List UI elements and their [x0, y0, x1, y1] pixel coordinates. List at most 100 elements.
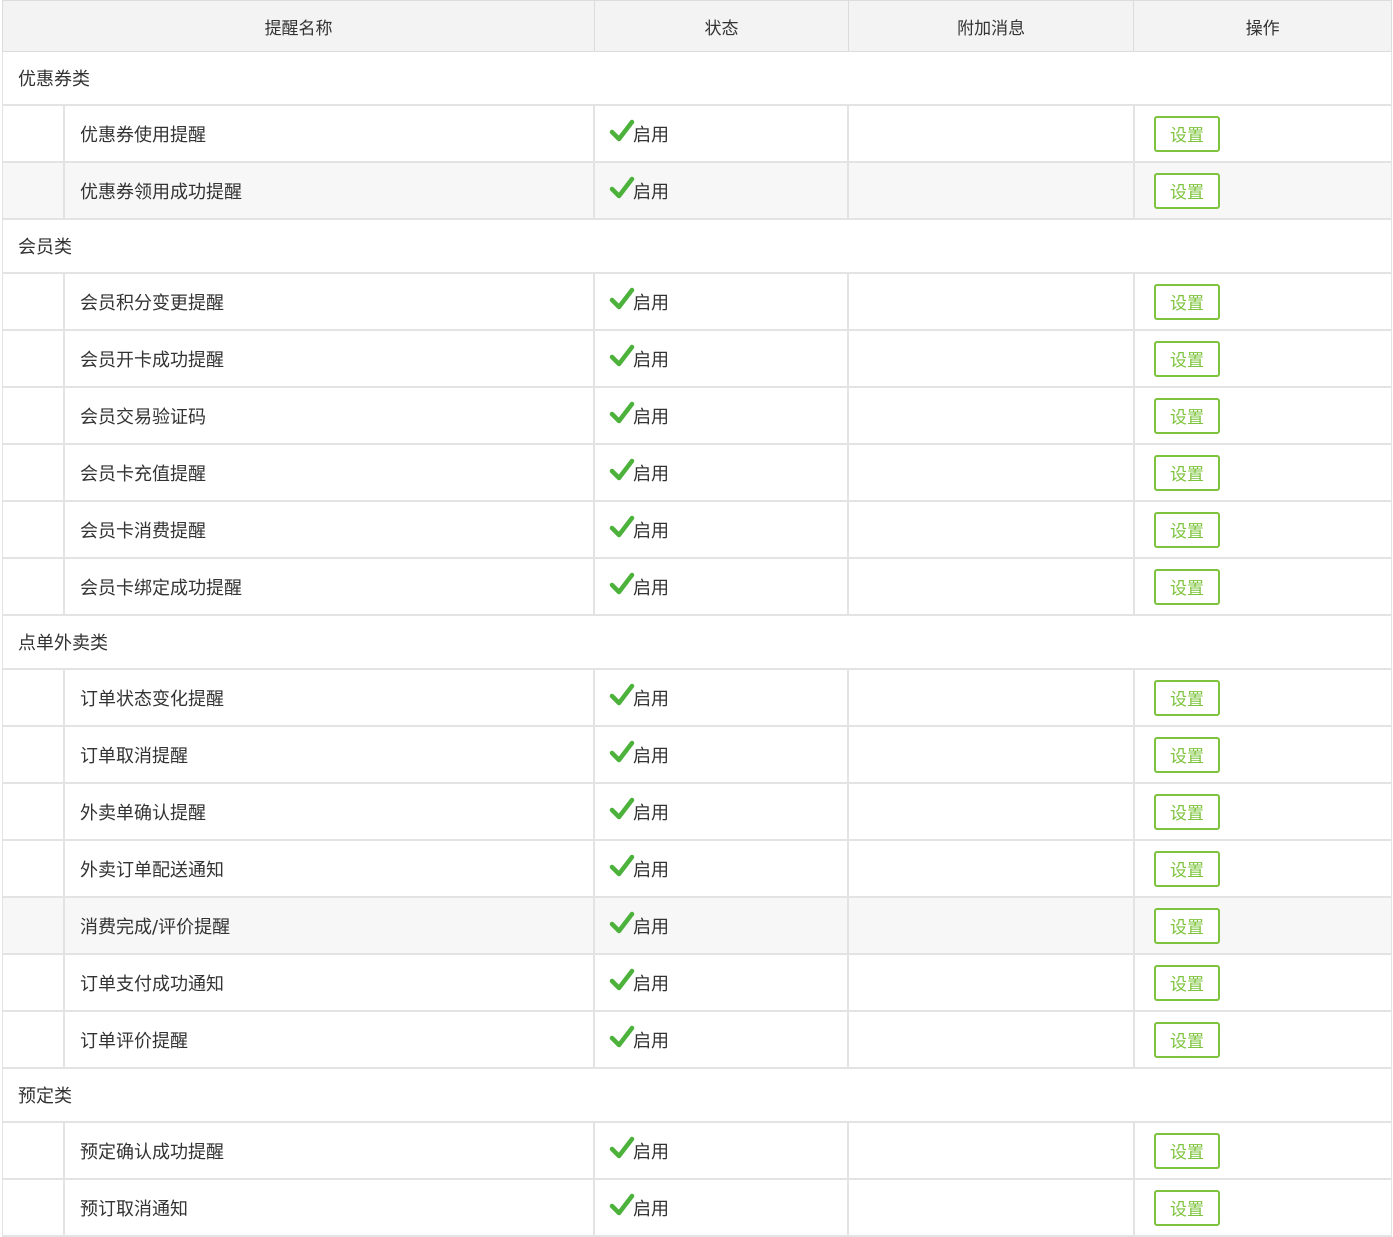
settings-button[interactable]: 设置 [1154, 115, 1220, 152]
status-cell: 启用 [595, 955, 849, 1010]
settings-button[interactable]: 设置 [1154, 679, 1220, 716]
check-icon [609, 457, 635, 483]
indent-cell [3, 559, 65, 614]
name-cell: 会员交易验证码 [3, 388, 595, 443]
settings-button[interactable]: 设置 [1154, 340, 1220, 377]
table-row: 订单评价提醒 启用 设置 [2, 1012, 1392, 1069]
check-icon [609, 967, 635, 993]
header-action: 操作 [1245, 18, 1280, 39]
status-cell: 启用 [595, 274, 849, 329]
name-cell: 外卖订单配送通知 [3, 841, 595, 896]
table-row: 外卖订单配送通知 启用 设置 [2, 841, 1392, 898]
reminder-name: 预订取消通知 [80, 1198, 188, 1220]
check-icon [609, 853, 635, 879]
status-cell: 启用 [595, 670, 849, 725]
action-cell: 设置 [1135, 274, 1391, 329]
table-row: 订单支付成功通知 启用 设置 [2, 955, 1392, 1012]
status-value: 启用 [609, 287, 669, 315]
status-cell: 启用 [595, 784, 849, 839]
name-cell: 优惠券领用成功提醒 [3, 163, 595, 218]
status-cell: 启用 [595, 1012, 849, 1067]
settings-button[interactable]: 设置 [1154, 907, 1220, 944]
status-cell: 启用 [595, 331, 849, 386]
settings-button[interactable]: 设置 [1154, 850, 1220, 887]
name-cell: 订单取消提醒 [3, 727, 595, 782]
settings-button[interactable]: 设置 [1154, 454, 1220, 491]
name-cell: 会员卡消费提醒 [3, 502, 595, 557]
settings-button[interactable]: 设置 [1154, 1132, 1220, 1169]
settings-button[interactable]: 设置 [1154, 511, 1220, 548]
indent-cell [3, 106, 65, 161]
status-value: 启用 [609, 683, 669, 711]
check-icon [609, 910, 635, 936]
name-cell: 会员开卡成功提醒 [3, 331, 595, 386]
status-label: 启用 [633, 1141, 669, 1163]
status-cell: 启用 [595, 388, 849, 443]
action-cell: 设置 [1135, 1123, 1391, 1178]
message-cell [849, 841, 1135, 896]
status-cell: 启用 [595, 559, 849, 614]
table-row: 会员卡消费提醒 启用 设置 [2, 502, 1392, 559]
indent-cell [3, 898, 65, 953]
status-value: 启用 [609, 400, 669, 429]
check-icon [609, 118, 635, 144]
message-cell [849, 274, 1135, 329]
status-label: 启用 [633, 463, 669, 485]
action-cell: 设置 [1135, 898, 1391, 953]
status-cell: 启用 [595, 502, 849, 557]
status-value: 启用 [609, 967, 669, 996]
status-label: 启用 [633, 916, 669, 938]
status-label: 启用 [633, 688, 669, 710]
indent-cell [3, 784, 65, 839]
table-row: 会员卡充值提醒 启用 设置 [2, 445, 1392, 502]
reminder-name: 订单评价提醒 [80, 1030, 188, 1052]
table-row: 消费完成/评价提醒 启用 设置 [2, 898, 1392, 955]
status-value: 启用 [609, 176, 669, 204]
check-icon [609, 571, 635, 597]
table-row: 预定确认成功提醒 启用 设置 [2, 1123, 1392, 1180]
reminder-name: 外卖订单配送通知 [80, 859, 224, 881]
status-value: 启用 [609, 1193, 669, 1221]
table-row: 优惠券使用提醒 启用 设置 [2, 106, 1392, 163]
settings-button[interactable]: 设置 [1154, 736, 1220, 773]
reminder-name: 消费完成/评价提醒 [80, 916, 231, 938]
table-header: 提醒名称 状态 附加消息 操作 [2, 0, 1392, 52]
message-cell [849, 163, 1135, 218]
message-cell [849, 1123, 1135, 1178]
status-cell: 启用 [595, 1123, 849, 1178]
check-icon [609, 739, 635, 765]
check-icon [609, 514, 635, 540]
message-cell [849, 727, 1135, 782]
action-cell: 设置 [1135, 106, 1391, 161]
table-row: 会员积分变更提醒 启用 设置 [2, 274, 1392, 331]
status-label: 启用 [633, 349, 669, 371]
reminder-name: 会员卡消费提醒 [80, 520, 206, 542]
status-value: 启用 [609, 797, 669, 825]
check-icon [609, 400, 635, 426]
settings-button[interactable]: 设置 [1154, 397, 1220, 434]
status-label: 启用 [633, 802, 669, 824]
message-cell [849, 898, 1135, 953]
settings-button[interactable]: 设置 [1154, 283, 1220, 320]
status-value: 启用 [609, 344, 669, 372]
settings-button[interactable]: 设置 [1154, 793, 1220, 830]
status-label: 启用 [633, 124, 669, 146]
status-cell: 启用 [595, 445, 849, 500]
indent-cell [3, 502, 65, 557]
header-message: 附加消息 [849, 1, 1135, 51]
table-row: 预订取消通知 启用 设置 [2, 1180, 1392, 1237]
settings-button[interactable]: 设置 [1154, 172, 1220, 209]
settings-button[interactable]: 设置 [1154, 1021, 1220, 1058]
settings-button[interactable]: 设置 [1154, 1189, 1220, 1226]
reminder-name: 会员开卡成功提醒 [80, 349, 224, 371]
action-cell: 设置 [1135, 388, 1391, 443]
status-value: 启用 [609, 118, 669, 147]
table-row: 会员交易验证码 启用 设置 [2, 388, 1392, 445]
reminder-name: 订单支付成功通知 [80, 973, 224, 995]
settings-button[interactable]: 设置 [1154, 568, 1220, 605]
message-cell [849, 331, 1135, 386]
reminder-name: 会员卡绑定成功提醒 [80, 577, 242, 599]
name-cell: 会员卡充值提醒 [3, 445, 595, 500]
settings-button[interactable]: 设置 [1154, 964, 1220, 1001]
name-cell: 优惠券使用提醒 [3, 106, 595, 161]
